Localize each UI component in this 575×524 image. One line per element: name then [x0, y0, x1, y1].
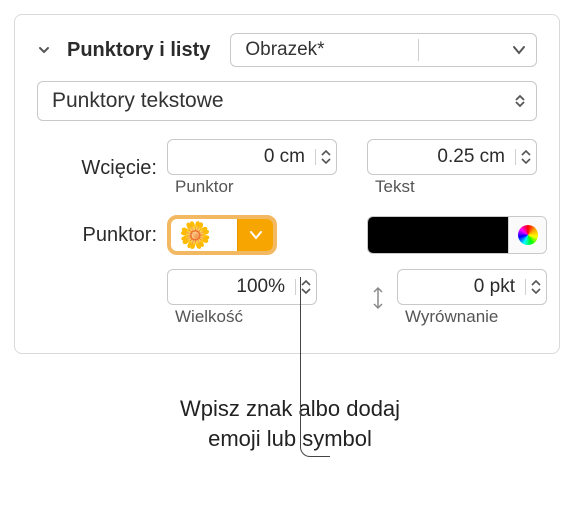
align-cell: 0 pkt Wyrównanie — [397, 269, 567, 327]
indent-punktor-value: 0 cm — [178, 146, 309, 168]
indent-punktor-field[interactable]: 0 cm — [167, 139, 337, 175]
disclosure-chevron-icon[interactable] — [37, 43, 51, 57]
stepper-icon[interactable] — [295, 279, 312, 295]
section-title: Punktory i listy — [67, 39, 210, 62]
vertical-align-icon — [367, 284, 397, 312]
indent-tekst-cell: 0.25 cm Tekst — [367, 139, 567, 197]
bullet-emoji: 🌼 — [171, 220, 237, 251]
caption-line1: Wpisz znak albo dodaj — [180, 396, 400, 421]
bullets-lists-panel: Punktory i listy Obrazek* Punktory tekst… — [14, 14, 560, 354]
indent-tekst-value: 0.25 cm — [378, 146, 509, 168]
bullet-character-select[interactable]: 🌼 — [167, 215, 277, 255]
size-align-grid: 100% Wielkość 0 pkt — [37, 269, 537, 327]
chevron-down-icon — [512, 45, 526, 55]
align-sublabel: Wyrównanie — [397, 307, 498, 327]
stepper-icon[interactable] — [515, 149, 532, 165]
bullets-style-value: Obrazek* — [245, 39, 324, 61]
size-value: 100% — [178, 276, 289, 298]
indent-punktor-sublabel: Punktor — [167, 177, 234, 197]
caption-text: Wpisz znak albo dodaj emoji lub symbol — [140, 394, 440, 453]
color-wheel-button[interactable] — [508, 217, 546, 253]
color-wheel-icon — [518, 225, 538, 245]
align-field[interactable]: 0 pkt — [397, 269, 547, 305]
bullet-color-control[interactable] — [367, 216, 547, 254]
indent-punktor-cell: 0 cm Punktor — [167, 139, 367, 197]
indent-tekst-sublabel: Tekst — [367, 177, 415, 197]
color-swatch[interactable] — [368, 217, 508, 253]
stepper-icon[interactable] — [315, 149, 332, 165]
divider — [418, 39, 419, 61]
list-type-row: Punktory tekstowe — [37, 81, 537, 121]
indent-grid: Wcięcie: 0 cm Punktor 0.25 cm Tekst — [37, 139, 537, 255]
align-value: 0 pkt — [408, 276, 519, 298]
size-field[interactable]: 100% — [167, 269, 317, 305]
caption-line2: emoji lub symbol — [208, 426, 372, 451]
size-sublabel: Wielkość — [167, 307, 243, 327]
bullet-dropdown-button[interactable] — [237, 219, 273, 251]
indent-label: Wcięcie: — [37, 157, 167, 180]
section-header-row: Punktory i listy Obrazek* — [37, 33, 537, 67]
stepper-icon[interactable] — [525, 279, 542, 295]
list-type-select[interactable]: Punktory tekstowe — [37, 81, 537, 121]
up-down-icon — [514, 94, 526, 108]
list-type-value: Punktory tekstowe — [52, 89, 224, 113]
bullets-style-select[interactable]: Obrazek* — [230, 33, 537, 67]
bullet-label: Punktor: — [37, 224, 167, 247]
indent-tekst-field[interactable]: 0.25 cm — [367, 139, 537, 175]
size-cell: 100% Wielkość — [167, 269, 367, 327]
